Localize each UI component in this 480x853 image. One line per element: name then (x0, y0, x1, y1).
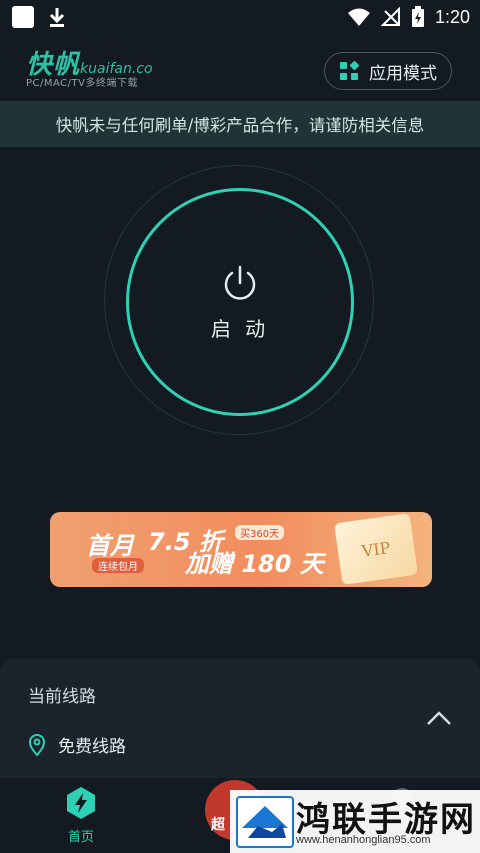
app-mode-button[interactable]: 应用模式 (324, 52, 452, 90)
route-panel: 当前线路 免费线路 (0, 658, 480, 798)
wifi-icon (347, 8, 370, 26)
vip-label: VIP (360, 537, 392, 561)
battery-icon (411, 6, 424, 27)
header: 快帆kuaifan.co PC/MAC/TV多终端下载 应用模式 (0, 44, 480, 100)
banner-subtitle: 连续包月 (92, 558, 144, 573)
watermark: 鸿联手游网 www.henanhonglian95.com (230, 790, 480, 853)
location-pin-icon (28, 733, 46, 757)
home-bolt-icon (67, 787, 95, 819)
power-button[interactable]: 启 动 (126, 188, 354, 416)
nav-home-label: 首页 (67, 830, 94, 845)
current-route[interactable]: 免费线路 (26, 732, 126, 757)
download-icon (49, 8, 65, 27)
app-logo: 快帆kuaifan.co PC/MAC/TV多终端下载 (26, 44, 153, 89)
watermark-logo (236, 796, 294, 848)
notice-bar: 快帆未与任何刷单/博彩产品合作，请谨防相关信息 (0, 101, 480, 147)
nav-center-badge: 超 (211, 817, 225, 833)
power-icon (224, 265, 256, 300)
no-signal-icon (380, 7, 400, 26)
status-time: 1:20 (434, 6, 470, 27)
status-bar: 1:20 (0, 0, 480, 36)
banner-buy-note: 买360天 (235, 525, 285, 540)
notification-app-icon (12, 6, 34, 28)
app-mode-label: 应用模式 (369, 63, 437, 84)
chevron-up-icon[interactable] (426, 710, 452, 726)
vip-card-graphic: VIP (334, 513, 418, 585)
grid-icon (340, 61, 359, 80)
banner-title: 首月 (86, 532, 134, 560)
nav-home[interactable]: 首页 (54, 786, 108, 845)
watermark-url: www.henanhonglian95.com (296, 834, 431, 846)
route-name: 免费线路 (58, 737, 126, 757)
banner-extra: 加赠 180 天 (185, 550, 324, 578)
power-label: 启 动 (210, 316, 270, 341)
promo-banner[interactable]: 首月 连续包月 7.5 折 加赠 180 天 买360天 VIP (50, 512, 432, 587)
logo-subtitle: PC/MAC/TV多终端下载 (26, 78, 138, 89)
route-panel-title: 当前线路 (28, 687, 96, 707)
